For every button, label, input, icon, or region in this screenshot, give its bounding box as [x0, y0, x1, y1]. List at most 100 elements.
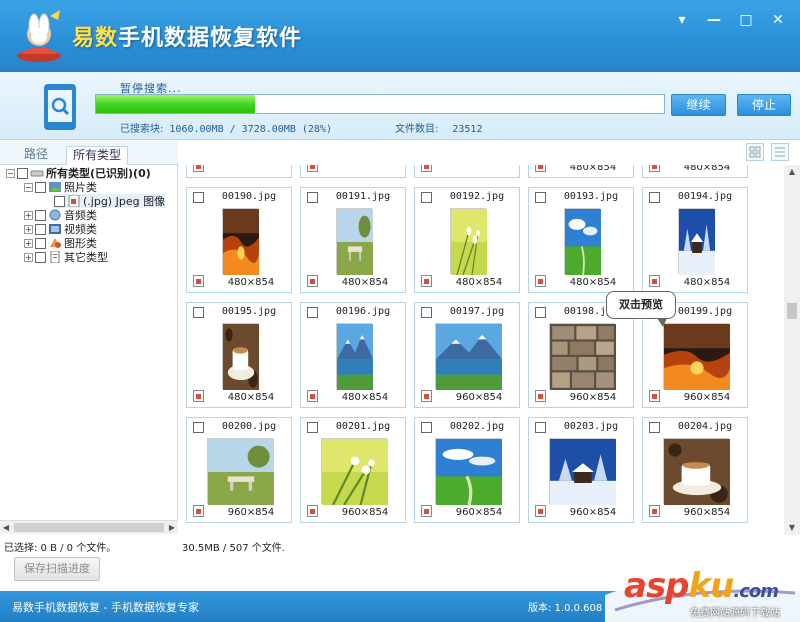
file-checkbox[interactable] [193, 192, 204, 203]
file-checkbox[interactable] [421, 192, 432, 203]
file-tile[interactable]: 480×854 [528, 165, 634, 178]
tree-horizontal-scrollbar[interactable]: ◀ ▶ [0, 520, 178, 534]
file-checkbox[interactable] [193, 422, 204, 433]
scroll-up-icon[interactable]: ▲ [784, 165, 800, 179]
file-tile[interactable]: 00203.jpg 960×854 [528, 417, 634, 523]
file-checkbox[interactable] [535, 422, 546, 433]
image-thumbnail[interactable] [336, 323, 373, 390]
file-checkbox[interactable] [535, 192, 546, 203]
minimize-button[interactable]: — [700, 8, 728, 32]
tree-node-video[interactable]: + 视频类 [24, 222, 97, 236]
image-dimensions: 480×854 [227, 392, 275, 403]
file-checkbox[interactable] [421, 307, 432, 318]
collapse-icon[interactable]: − [6, 168, 15, 178]
image-thumbnail[interactable] [663, 438, 730, 505]
file-name: 00195.jpg [221, 306, 277, 317]
image-thumbnail[interactable] [321, 438, 388, 506]
image-dimensions: 480×854 [683, 277, 731, 288]
tree-checkbox[interactable] [35, 237, 46, 249]
continue-button[interactable]: 继续 [671, 94, 726, 116]
tab-path[interactable]: 路径 [18, 146, 54, 165]
stop-button[interactable]: 停止 [737, 94, 791, 116]
jpeg-file-icon [193, 390, 204, 402]
image-thumbnail[interactable] [435, 438, 502, 506]
tree-label: 所有类型(已识别)(0) [46, 167, 151, 180]
file-tile[interactable]: 00202.jpg 960×854 [414, 417, 520, 523]
file-checkbox[interactable] [421, 422, 432, 433]
menu-dropdown-button[interactable]: ▾ [668, 8, 696, 32]
file-tile[interactable]: 00195.jpg 480×854 [186, 302, 292, 408]
file-tile[interactable]: 00200.jpg 960×854 [186, 417, 292, 523]
image-thumbnail[interactable] [207, 438, 274, 505]
file-tile[interactable]: 480×854 [642, 165, 748, 178]
image-thumbnail[interactable] [222, 323, 259, 390]
file-tile[interactable]: 00204.jpg 960×854 [642, 417, 748, 523]
file-tile[interactable] [414, 165, 520, 178]
scroll-left-icon[interactable]: ◀ [0, 521, 12, 534]
save-scan-progress-button[interactable]: 保存扫描进度 [14, 557, 100, 581]
image-thumbnail[interactable] [549, 438, 616, 505]
tree-node-photos[interactable]: − 照片类 [24, 180, 97, 194]
tree-node-all-types[interactable]: − 所有类型(已识别)(0) [6, 166, 151, 180]
expand-icon[interactable]: + [24, 238, 33, 248]
expand-icon[interactable]: + [24, 210, 33, 220]
image-dimensions: 960×854 [683, 507, 731, 518]
image-thumbnail[interactable] [564, 208, 601, 276]
image-thumbnail[interactable] [549, 323, 616, 390]
image-thumbnail[interactable] [336, 208, 373, 275]
image-thumbnail[interactable] [450, 208, 487, 276]
image-thumbnail[interactable] [435, 323, 502, 390]
file-checkbox[interactable] [307, 307, 318, 318]
tree-node-jpeg[interactable]: (.jpg) Jpeg 图像 [54, 194, 166, 208]
file-checkbox[interactable] [307, 192, 318, 203]
photo-folder-icon [49, 182, 61, 192]
file-checkbox[interactable] [193, 307, 204, 318]
scroll-down-icon[interactable]: ▼ [784, 521, 800, 535]
file-tile[interactable] [186, 165, 292, 178]
jpeg-file-icon [649, 505, 660, 517]
file-checkbox[interactable] [649, 422, 660, 433]
image-thumbnail[interactable] [678, 208, 715, 275]
tree-checkbox[interactable] [35, 209, 46, 221]
collapse-icon[interactable]: − [24, 182, 33, 192]
file-tile[interactable]: 00194.jpg 480×854 [642, 187, 748, 293]
jpeg-file-icon [421, 275, 432, 287]
tree-checkbox[interactable] [35, 181, 46, 193]
tab-all-types[interactable]: 所有类型 [66, 146, 129, 165]
file-tile[interactable]: 00190.jpg 480×854 [186, 187, 292, 293]
image-dimensions: 480×854 [683, 165, 731, 173]
scroll-right-icon[interactable]: ▶ [166, 521, 178, 534]
list-view-icon[interactable] [771, 143, 789, 161]
image-thumbnail[interactable] [663, 323, 730, 390]
file-tile[interactable] [300, 165, 406, 178]
file-checkbox[interactable] [535, 307, 546, 318]
tree-node-audio[interactable]: + 音频类 [24, 208, 97, 222]
file-tile[interactable]: 00191.jpg 480×854 [300, 187, 406, 293]
image-dimensions: 480×854 [341, 392, 389, 403]
scrollbar-thumb[interactable] [14, 523, 164, 532]
expand-icon[interactable]: + [24, 252, 33, 262]
file-checkbox[interactable] [307, 422, 318, 433]
scrollbar-thumb[interactable] [787, 303, 797, 319]
grid-view-icon[interactable] [746, 143, 764, 161]
tree-checkbox[interactable] [35, 251, 46, 263]
image-thumbnail[interactable] [222, 208, 259, 275]
expand-icon[interactable]: + [24, 224, 33, 234]
file-name: 00204.jpg [677, 421, 733, 432]
tree-checkbox[interactable] [35, 223, 46, 235]
tree-checkbox[interactable] [54, 195, 65, 207]
maximize-button[interactable]: □ [732, 8, 760, 32]
file-checkbox[interactable] [649, 192, 660, 203]
file-tile[interactable]: 00197.jpg 960×854 [414, 302, 520, 408]
grid-vertical-scrollbar[interactable]: ▲ ▼ [784, 165, 800, 535]
file-tile[interactable]: 00192.jpg 480×854 [414, 187, 520, 293]
file-tile[interactable]: 00201.jpg 960×854 [300, 417, 406, 523]
file-tile[interactable]: 00196.jpg 480×854 [300, 302, 406, 408]
tree-node-graphics[interactable]: + 图形类 [24, 236, 97, 250]
file-tile[interactable]: 00193.jpg 480×854 [528, 187, 634, 293]
tree-checkbox[interactable] [17, 167, 28, 179]
jpeg-file-icon [649, 165, 660, 172]
tree-node-other[interactable]: + 其它类型 [24, 250, 108, 264]
close-button[interactable]: ✕ [764, 8, 792, 32]
file-thumbnail-grid: 480×854 480×854 00190.jpg 480×854 00191.jpg 4… [180, 165, 784, 535]
